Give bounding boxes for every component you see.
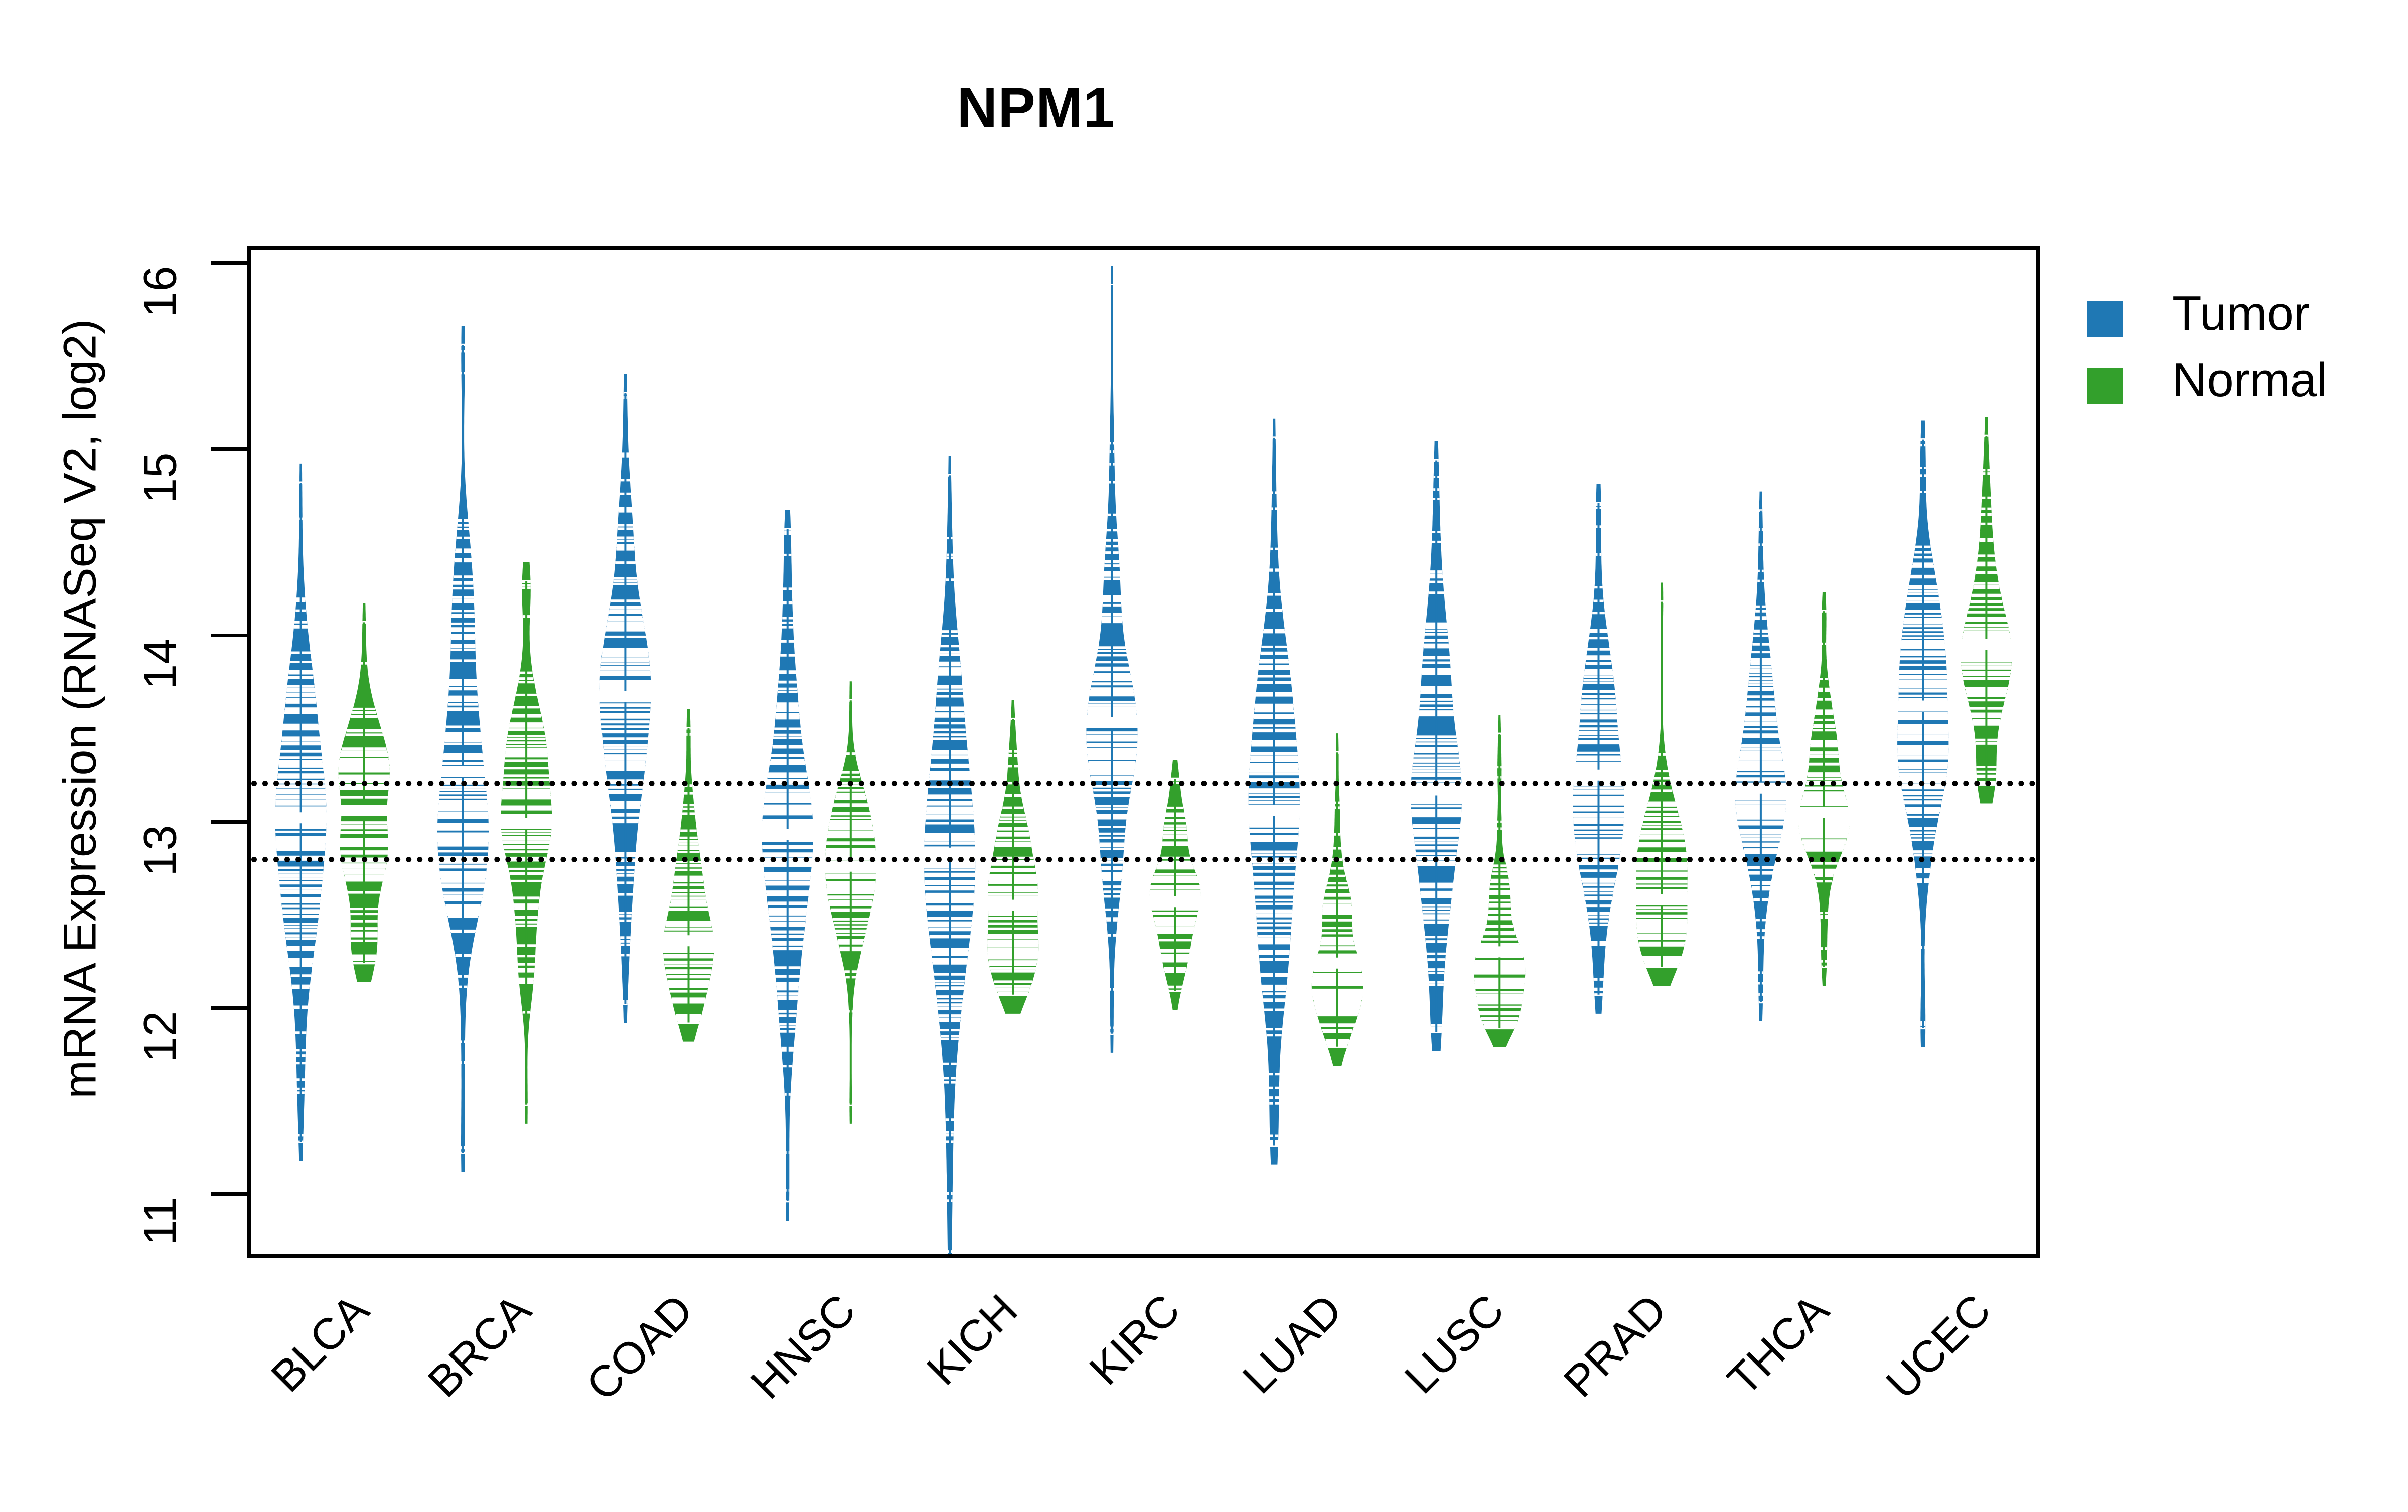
y-tick-mark xyxy=(211,447,247,451)
bean-hnsc-tumor xyxy=(760,510,815,1221)
bean-kirc-normal xyxy=(1148,760,1202,1010)
y-tick-mark xyxy=(211,634,247,638)
bean-hnsc-normal xyxy=(823,681,878,1124)
bean-ucec-tumor xyxy=(1897,420,1949,1047)
bean-coad-normal xyxy=(661,709,716,1042)
legend-label-tumor: Tumor xyxy=(2172,286,2310,340)
y-tick-label: 15 xyxy=(134,452,186,504)
bean-coad-tumor xyxy=(598,374,653,1023)
bean-thca-tumor xyxy=(1734,491,1788,1021)
y-axis-label: mRNA Expression (RNASeq V2, log2) xyxy=(54,319,106,1099)
y-tick-mark xyxy=(211,261,247,265)
bean-thca-normal xyxy=(1797,592,1851,986)
y-tick-label: 12 xyxy=(134,1011,186,1063)
chart-title: NPM1 xyxy=(957,76,1115,139)
bean-prad-tumor xyxy=(1573,484,1624,1014)
reference-line xyxy=(251,857,2036,863)
legend-label-normal: Normal xyxy=(2172,353,2328,407)
legend-swatch-normal xyxy=(2087,368,2123,404)
plot-frame xyxy=(247,246,2040,1258)
bean-blca-normal xyxy=(338,603,390,982)
bean-blca-tumor xyxy=(273,463,328,1161)
y-tick-mark xyxy=(211,1006,247,1010)
y-tick-mark xyxy=(211,820,247,824)
y-tick-label: 16 xyxy=(134,266,186,318)
y-tick-mark xyxy=(211,1192,247,1196)
plot-area xyxy=(251,250,2036,1254)
bean-luad-tumor xyxy=(1247,418,1301,1165)
bean-kirc-tumor xyxy=(1085,266,1139,1053)
legend-swatch-tumor xyxy=(2087,301,2123,337)
bean-lusc-normal xyxy=(1474,715,1526,1047)
beanplot-layer xyxy=(273,266,2013,1254)
y-tick-label: 11 xyxy=(134,1197,186,1246)
bean-brca-normal xyxy=(499,562,554,1124)
bean-lusc-tumor xyxy=(1409,441,1464,1051)
bean-brca-tumor xyxy=(437,326,489,1172)
bean-ucec-normal xyxy=(1960,417,2013,804)
reference-line xyxy=(251,780,2036,786)
chart-canvas: NPM1 mRNA Expression (RNASeq V2, log2) 1… xyxy=(0,0,2408,1505)
bean-kich-tumor xyxy=(923,456,977,1254)
y-tick-label: 13 xyxy=(134,825,186,876)
y-tick-label: 14 xyxy=(134,638,186,690)
